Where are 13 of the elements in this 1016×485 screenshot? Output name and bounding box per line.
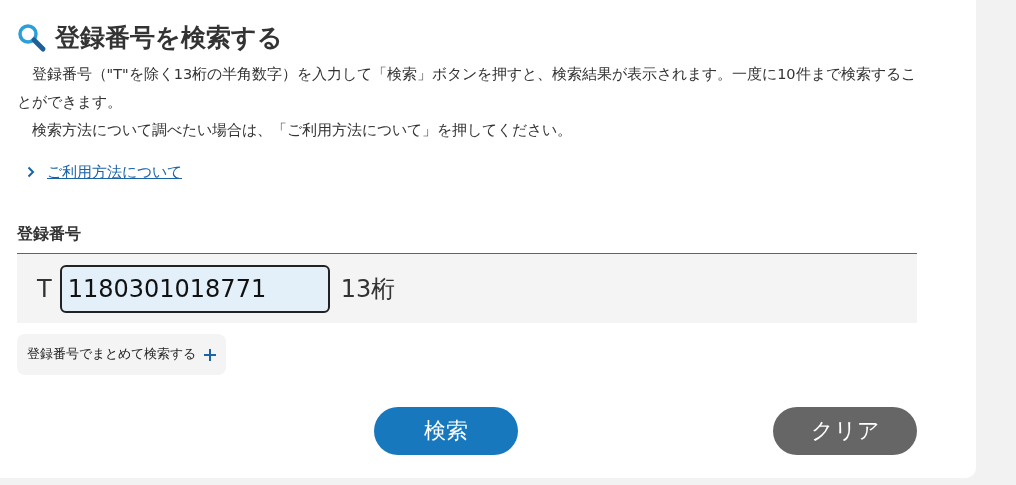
page-title: 登録番号を検索する bbox=[55, 22, 283, 54]
prefix-text: T bbox=[37, 274, 52, 303]
clear-button[interactable]: クリア bbox=[773, 407, 917, 455]
registration-number-field[interactable]: 1180301018771 bbox=[59, 264, 330, 313]
search-icon bbox=[17, 23, 47, 53]
help-link[interactable]: ご利用方法について bbox=[47, 162, 182, 182]
bulk-search-button[interactable]: 登録番号でまとめて検索する bbox=[17, 334, 226, 375]
plus-icon bbox=[204, 348, 216, 361]
description-text: 登録番号（"T"を除く13桁の半角数字）を入力して「検索」ボタンを押すと、検索結果が表示されます。一度に10件まで検索することができます。 bbox=[17, 65, 917, 112]
chevron-icon bbox=[27, 166, 35, 178]
search-button[interactable]: 検索 bbox=[374, 407, 518, 455]
description-text: 検索方法について調べたい場合は、「ご利用方法について」を押してください。 bbox=[30, 121, 573, 140]
digits-text: 13桁 bbox=[340, 273, 396, 305]
